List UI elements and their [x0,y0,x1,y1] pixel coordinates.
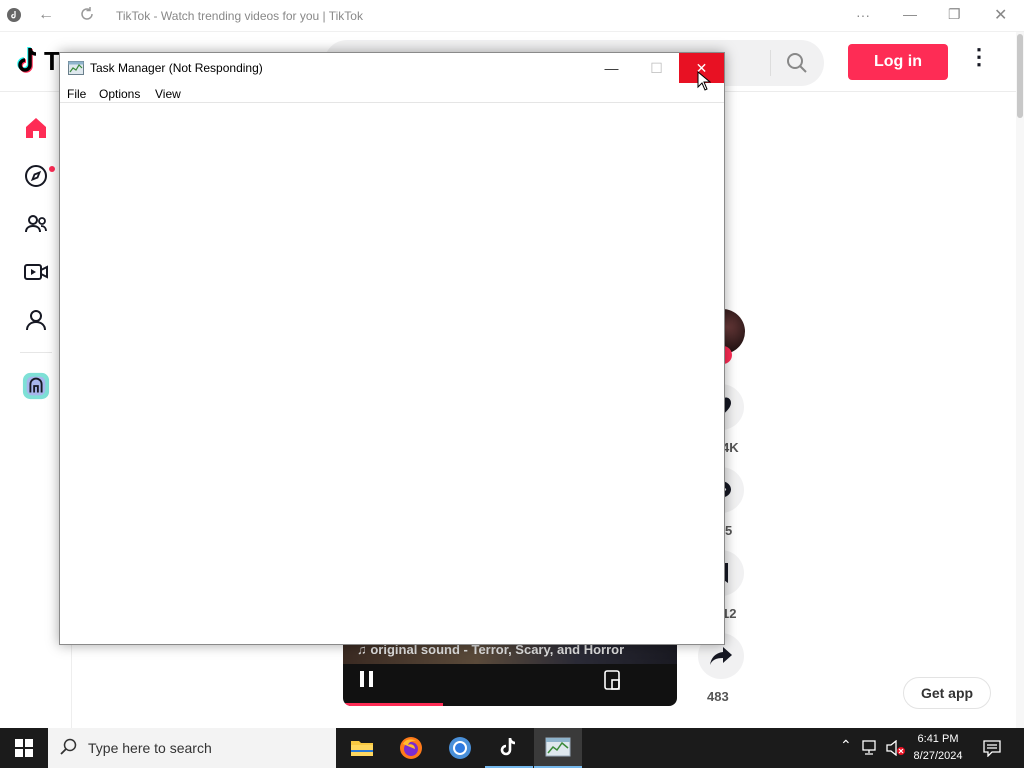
share-count: 483 [707,689,729,704]
task-manager-icon [68,61,84,80]
tiktok-studio-icon[interactable] [22,372,50,400]
comment-count: 5 [725,523,733,538]
clock-time: 6:41 PM [917,733,959,745]
task-manager-window[interactable]: Task Manager (Not Responding) — ☐ ✕ File… [59,52,725,645]
pause-icon[interactable] [359,670,375,693]
maximize-icon: ☐ [650,59,663,76]
video-progress-bar[interactable] [343,703,444,706]
taskbar-clock[interactable]: 6:41 PM 8/27/2024 [906,731,970,765]
home-icon[interactable] [22,114,50,142]
picture-in-picture-icon[interactable] [604,670,622,695]
tiktok-logo[interactable] [16,46,40,79]
tiktok-icon [500,737,516,756]
more-options-icon[interactable]: ··· [856,7,870,23]
taskbar-search-placeholder: Type here to search [88,740,212,756]
task-manager-title-bar[interactable]: Task Manager (Not Responding) — ☐ ✕ [60,53,724,83]
restore-icon[interactable]: ❐ [948,6,961,23]
firefox-button[interactable] [387,728,435,768]
task-manager-content [60,104,724,644]
sidebar-divider [20,352,52,353]
file-explorer-button[interactable] [338,728,386,768]
menu-view[interactable]: View [155,87,181,101]
tm-maximize-button[interactable]: ☐ [634,53,679,83]
volume-muted-icon[interactable] [886,739,906,761]
task-manager-title: Task Manager (Not Responding) [90,61,263,75]
tiktok-app-button[interactable] [485,728,533,768]
minimize-icon: — [604,60,619,76]
login-button[interactable]: Log in [848,44,948,80]
chrome-icon [449,737,471,759]
search-icon[interactable] [786,52,808,79]
firefox-icon [400,737,422,759]
minimize-icon[interactable]: — [903,6,917,22]
page-scrollbar[interactable] [1016,32,1024,728]
live-icon[interactable] [22,258,50,286]
tm-minimize-button[interactable]: — [589,53,634,83]
show-hidden-icons-icon[interactable]: ⌃ [840,737,852,754]
search-icon [60,738,78,761]
taskbar-search-box[interactable]: Type here to search [48,728,336,768]
task-manager-menubar: File Options View [60,83,724,103]
video-player[interactable]: ♫ original sound - Terror, Scary, and Ho… [343,640,677,706]
menu-file[interactable]: File [67,87,86,101]
notification-dot [49,166,55,172]
menu-options[interactable]: Options [99,87,140,101]
more-menu-icon[interactable]: ⋮ [968,46,990,68]
search-divider [770,50,771,76]
browser-tab-title: TikTok - Watch trending videos for you |… [116,9,363,23]
mouse-cursor-icon [697,70,712,96]
chrome-button[interactable] [436,728,484,768]
refresh-icon[interactable] [79,6,95,25]
close-icon[interactable]: ✕ [994,5,1007,25]
task-manager-icon [545,737,571,757]
browser-title-bar: ← TikTok - Watch trending videos for you… [0,0,1024,32]
tiktok-logo-text: T [44,46,60,76]
tiktok-favicon-icon [7,8,21,25]
start-button[interactable] [0,728,48,768]
get-app-button[interactable]: Get app [903,677,991,709]
network-icon[interactable] [862,740,880,761]
task-manager-taskbar-button[interactable] [534,728,582,768]
following-icon[interactable] [22,210,50,238]
folder-icon [351,741,373,756]
scrollbar-thumb[interactable] [1017,34,1023,118]
explore-icon[interactable] [22,162,50,190]
profile-icon[interactable] [22,306,50,334]
windows-taskbar: Type here to search ⌃ 6:41 PM 8/27/2024 [0,728,1024,768]
clock-date: 8/27/2024 [913,750,963,762]
back-icon[interactable]: ← [38,6,54,24]
windows-logo-icon [15,739,33,757]
notifications-icon[interactable] [983,739,1001,762]
